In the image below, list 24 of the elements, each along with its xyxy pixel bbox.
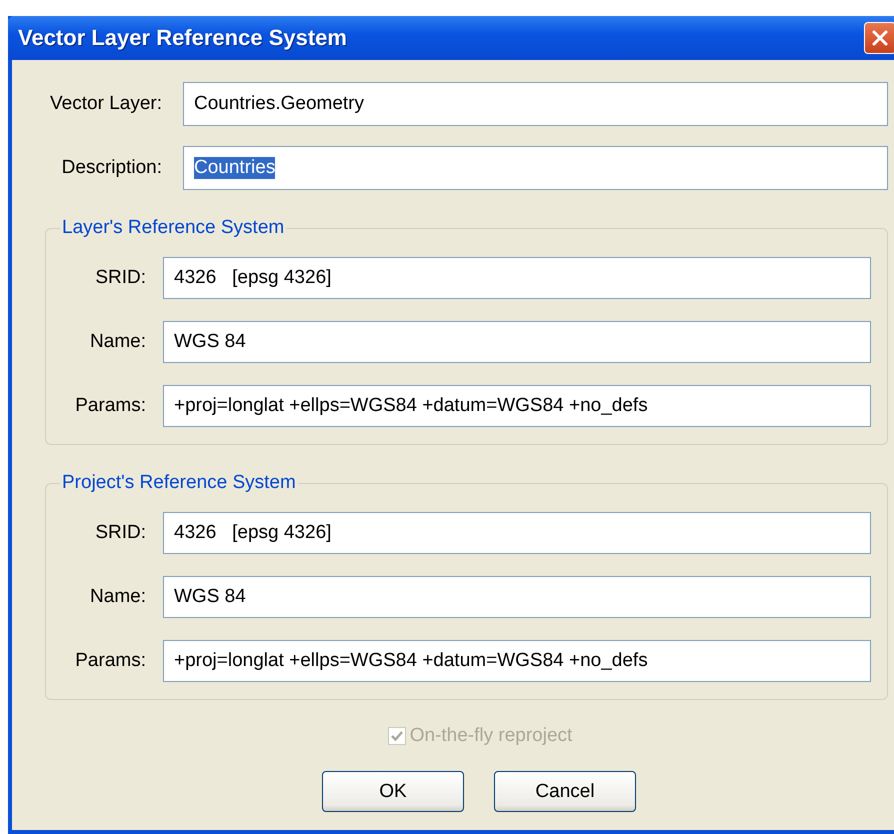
group-title: Layer's Reference System: [61, 217, 286, 239]
text-field[interactable]: +proj=longlat +ellps=WGS84 +datum=WGS84 +no_defs: [163, 385, 871, 427]
window-title: Vector Layer Reference System: [18, 25, 347, 51]
field-label: Name:: [89, 331, 146, 353]
text-field[interactable]: 4326 [epsg 4326]: [163, 257, 871, 299]
close-button[interactable]: [864, 22, 894, 54]
text-field[interactable]: WGS 84: [163, 321, 871, 363]
text-field[interactable]: +proj=longlat +ellps=WGS84 +datum=WGS84 +no_defs: [163, 640, 871, 682]
text-field[interactable]: Countries: [183, 146, 888, 190]
field-label: SRID:: [94, 522, 146, 544]
text-field[interactable]: Countries.Geometry: [183, 82, 888, 126]
field-label: SRID:: [94, 267, 146, 289]
field-label: Params:: [74, 395, 146, 417]
dialog-button[interactable]: OK: [322, 771, 464, 812]
field-label: Vector Layer:: [49, 93, 162, 115]
text-field[interactable]: WGS 84: [163, 576, 871, 618]
check-icon: [390, 729, 404, 743]
field-label: Description:: [60, 157, 162, 179]
text-field[interactable]: 4326 [epsg 4326]: [163, 512, 871, 554]
dialog-button[interactable]: Cancel: [494, 771, 636, 812]
field-label: Params:: [74, 650, 146, 672]
group-title: Project's Reference System: [61, 472, 297, 494]
field-label: Name:: [89, 586, 146, 608]
close-icon: [871, 29, 889, 47]
